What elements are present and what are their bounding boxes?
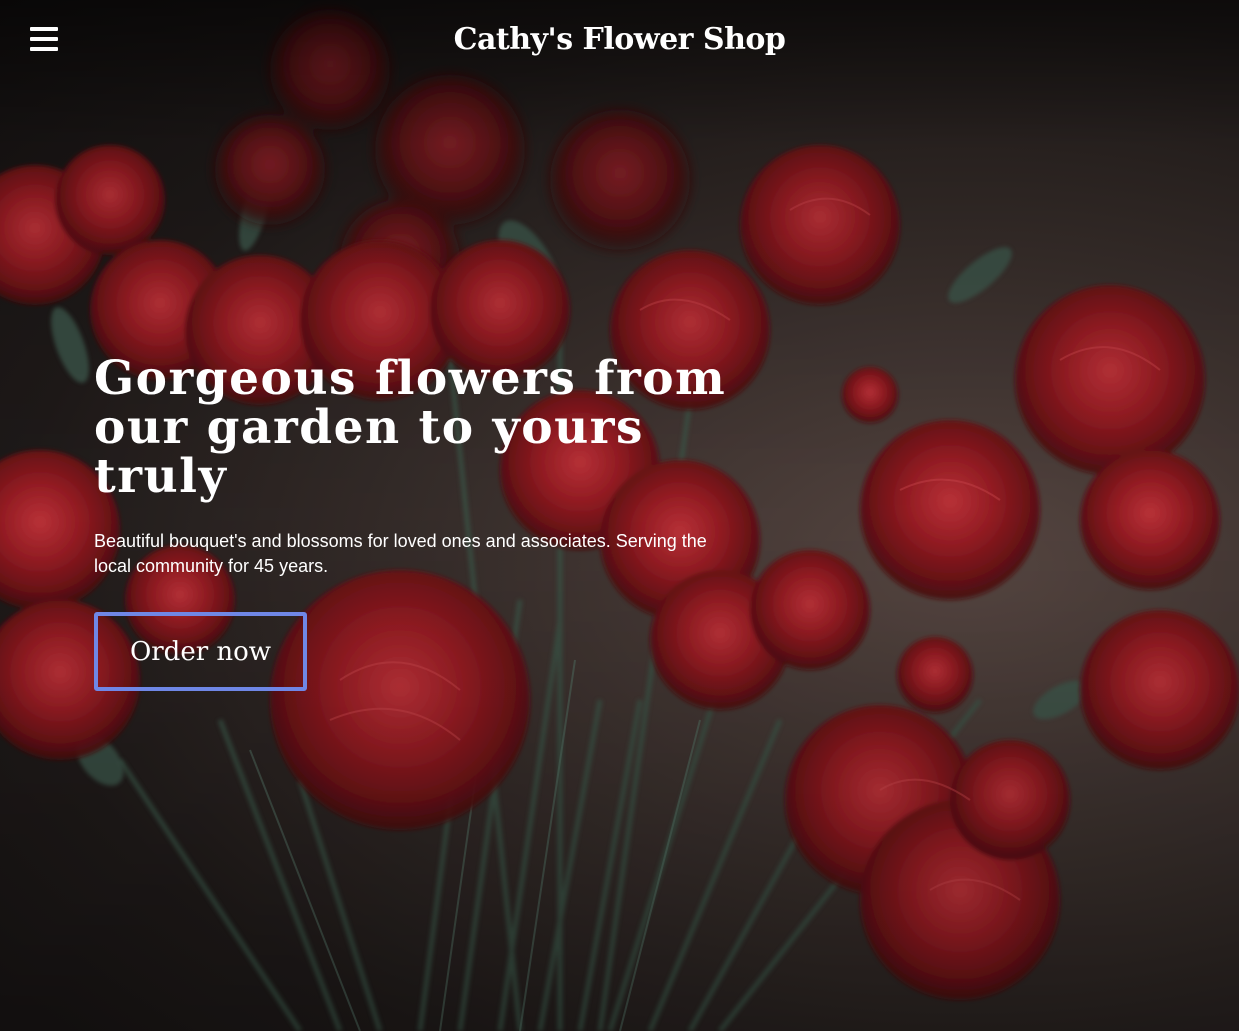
hero-headline: Gorgeous flowers from our garden to your… xyxy=(94,351,727,504)
hero-subtext: Beautiful bouquet's and blossoms for lov… xyxy=(94,531,707,576)
hero-overlay xyxy=(0,0,1239,1031)
hero-section: Cathy's Flower Shop Gorgeous flowers fro… xyxy=(0,0,1239,1031)
order-now-button[interactable]: Order now xyxy=(94,612,307,691)
site-title[interactable]: Cathy's Flower Shop xyxy=(0,18,1239,62)
